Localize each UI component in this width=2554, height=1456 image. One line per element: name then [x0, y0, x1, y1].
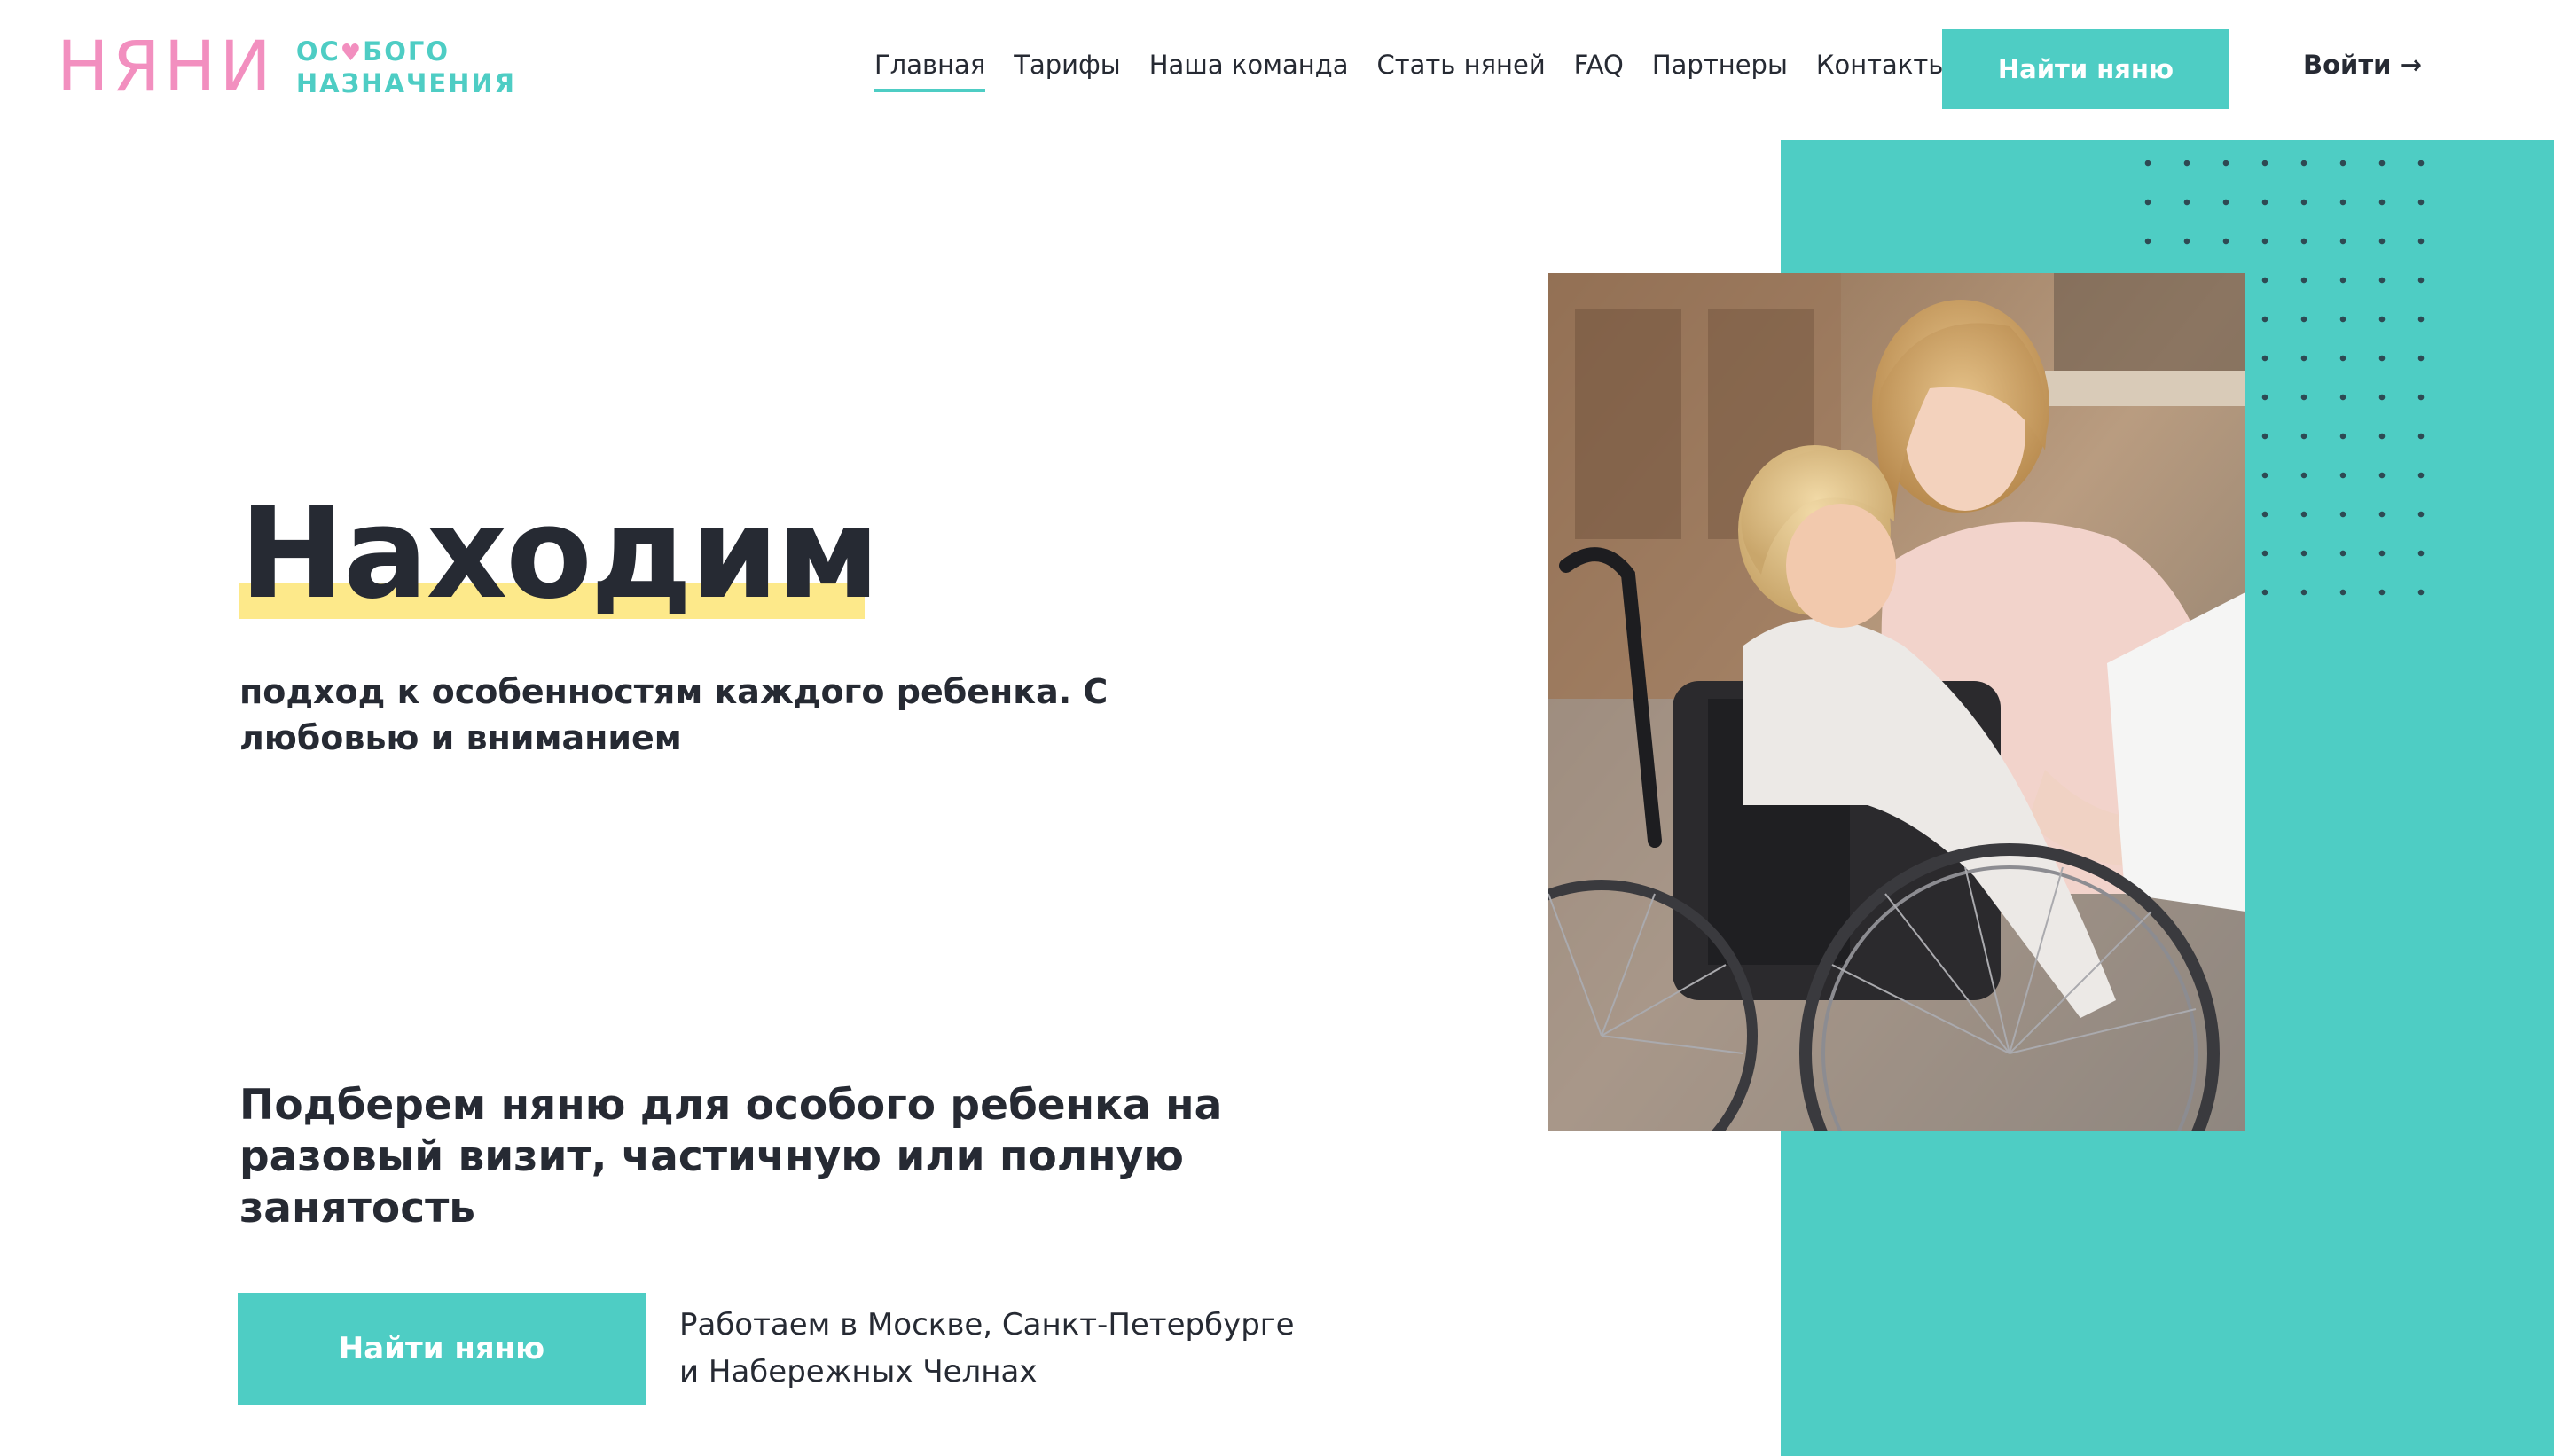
- logo[interactable]: НЯНИ ОС♥БОГО НАЗНАЧЕНИЯ: [57, 32, 516, 103]
- logo-sub-part-a: ОС: [295, 36, 341, 67]
- nav-item-home[interactable]: Главная: [874, 50, 986, 92]
- page: НЯНИ ОС♥БОГО НАЗНАЧЕНИЯ Главная Тарифы Н…: [0, 0, 2554, 1456]
- heart-icon: ♥: [340, 40, 364, 67]
- hero-subtitle: подход к особенностям каждого ребенка. С…: [239, 672, 1109, 757]
- nav-item-team[interactable]: Наша команда: [1149, 50, 1349, 80]
- logo-sub-part-b: БОГО: [363, 36, 450, 67]
- hero-lead-text: Подберем няню для особого ребенка на раз…: [239, 1081, 1223, 1233]
- logo-sub-text: ОС♥БОГО НАЗНАЧЕНИЯ: [296, 36, 516, 98]
- logo-main-text: НЯНИ: [57, 27, 275, 107]
- nav-item-partners[interactable]: Партнеры: [1652, 50, 1788, 80]
- nav-item-faq[interactable]: FAQ: [1574, 50, 1624, 80]
- main-nav: Главная Тарифы Наша команда Стать няней …: [874, 50, 1977, 92]
- nav-item-become-nanny[interactable]: Стать няней: [1377, 50, 1546, 80]
- find-nanny-hero-button[interactable]: Найти няню: [238, 1293, 646, 1405]
- hero-title-wrap: Находим: [239, 479, 880, 630]
- hero-photo: [1548, 273, 2245, 1131]
- nav-item-tariffs[interactable]: Тарифы: [1014, 50, 1120, 80]
- cities-text: Работаем в Москве, Санкт-Петербурге и На…: [679, 1302, 1389, 1396]
- cities-line-2: и Набережных Челнах: [679, 1354, 1038, 1389]
- logo-sub-line2: НАЗНАЧЕНИЯ: [295, 68, 517, 98]
- login-link[interactable]: Войти →: [2303, 50, 2422, 80]
- hero-title: Находим: [239, 481, 880, 627]
- cities-line-1: Работаем в Москве, Санкт-Петербурге: [679, 1307, 1295, 1342]
- nav-item-contacts[interactable]: Контакты: [1816, 50, 1948, 80]
- photo-nanny-with-child-in-wheelchair-icon: [1548, 273, 2245, 1131]
- find-nanny-header-button[interactable]: Найти няню: [1942, 29, 2229, 109]
